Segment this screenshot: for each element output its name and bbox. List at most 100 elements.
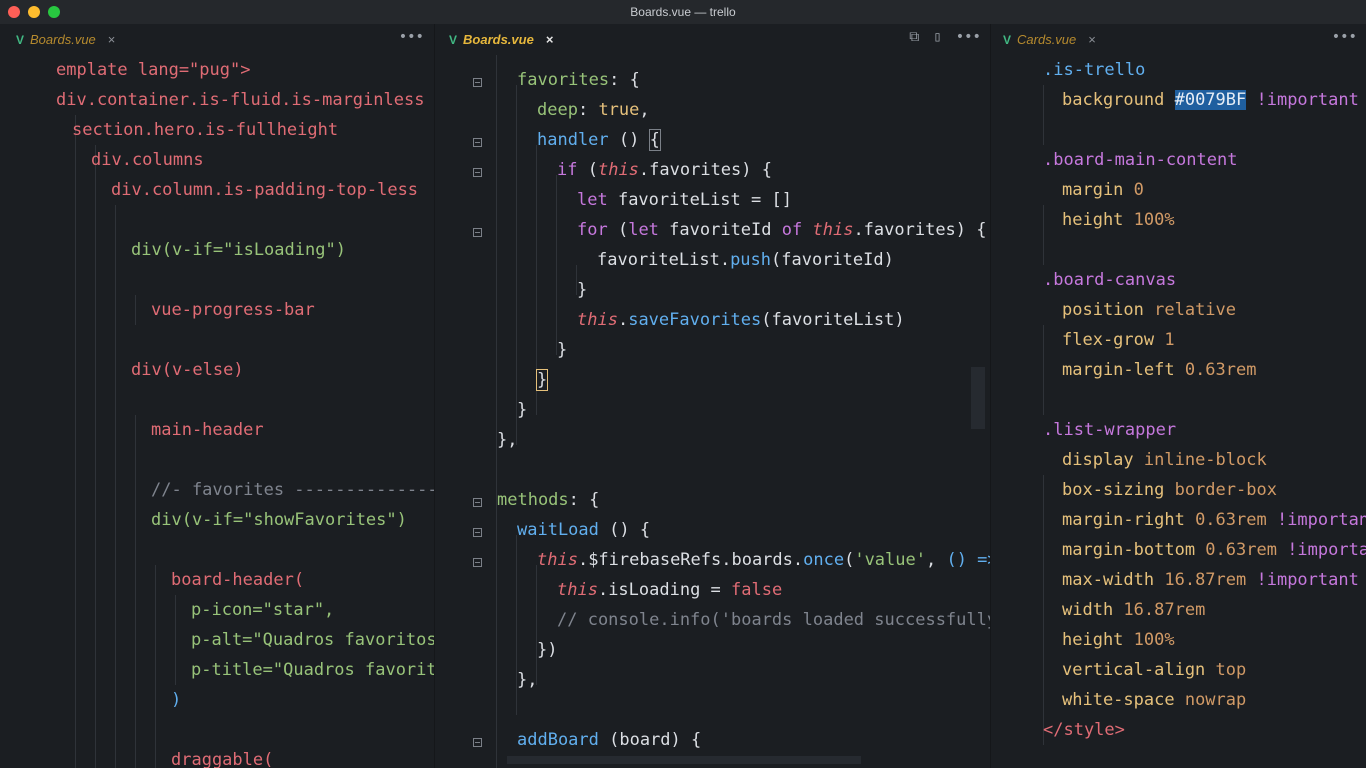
tab-bar-left: V Boards.vue × •••: [0, 24, 434, 55]
code-line: div.container.is-fluid.is-marginless: [56, 90, 425, 110]
window-controls: [8, 6, 60, 18]
code-line: this.$firebaseRefs.boards.once('value', …: [537, 550, 991, 570]
tab-boards-vue-left[interactable]: V Boards.vue ×: [16, 32, 115, 47]
code-line: waitLoad () {: [517, 520, 651, 540]
code-line: this.isLoading = false: [557, 580, 783, 600]
code-line: vertical-align top: [1062, 660, 1247, 680]
tab-boards-vue-active[interactable]: V Boards.vue ×: [449, 32, 553, 47]
tab-bar-middle: V Boards.vue × ⧉ ▯ •••: [435, 24, 991, 55]
code-line: draggable(: [171, 750, 274, 768]
code-line: div(v-if="isLoading"): [131, 240, 346, 260]
tab-cards-vue[interactable]: V Cards.vue ×: [1003, 32, 1096, 47]
code-line: margin-bottom 0.63rem !important: [1062, 540, 1366, 560]
code-line: }): [537, 640, 558, 660]
code-line: section.hero.is-fullheight: [72, 120, 339, 140]
tab-actions-right: •••: [1332, 29, 1357, 45]
code-line: .is-trello: [1043, 60, 1146, 80]
code-line: display inline-block: [1062, 450, 1267, 470]
code-line: deep: true,: [537, 100, 650, 120]
code-line: emplate lang="pug">: [56, 60, 251, 80]
code-line: }: [517, 400, 528, 420]
vertical-scrollbar[interactable]: [971, 367, 985, 429]
code-line: background #0079BF !important: [1062, 90, 1359, 110]
code-line: handler () {: [537, 129, 661, 151]
fold-icon[interactable]: [473, 138, 482, 147]
zoom-window-button[interactable]: [48, 6, 60, 18]
code-line: }: [557, 340, 568, 360]
preview-icon[interactable]: ⧉: [909, 29, 919, 45]
code-line: if (this.favorites) {: [557, 160, 772, 180]
code-line: height 100%: [1062, 630, 1175, 650]
code-line: height 100%: [1062, 210, 1175, 230]
code-line: div(v-if="showFavorites"): [151, 510, 407, 530]
minimize-window-button[interactable]: [28, 6, 40, 18]
more-options-icon[interactable]: •••: [399, 29, 424, 45]
code-line: methods: {: [497, 490, 600, 510]
code-line: favorites: {: [517, 70, 640, 90]
editor-pane-left: V Boards.vue × ••• emplate lang="pug"> d…: [0, 24, 434, 768]
fold-icon[interactable]: [473, 558, 482, 567]
code-line: //- favorites ---------------: [151, 480, 434, 500]
code-line: margin-right 0.63rem !important: [1062, 510, 1366, 530]
code-line: p-title="Quadros favorit: [191, 660, 434, 680]
tab-label: Boards.vue: [30, 32, 96, 47]
code-line: position relative: [1062, 300, 1237, 320]
fold-icon[interactable]: [473, 228, 482, 237]
code-line: ): [171, 690, 182, 710]
code-line: div.columns: [91, 150, 204, 170]
more-options-icon[interactable]: •••: [956, 29, 981, 45]
code-line: p-alt="Quadros favoritos: [191, 630, 434, 650]
code-line: .board-canvas: [1043, 270, 1177, 290]
code-line: this.saveFavorites(favoriteList): [577, 310, 905, 330]
code-line: // console.info('boards loaded successfu…: [557, 610, 991, 630]
code-line: margin-left 0.63rem: [1062, 360, 1257, 380]
code-line: .board-main-content: [1043, 150, 1238, 170]
code-area-middle[interactable]: favorites: { deep: true, handler () { if…: [435, 55, 991, 768]
title-bar: Boards.vue — trello: [0, 0, 1366, 25]
fold-icon[interactable]: [473, 738, 482, 747]
code-line: for (let favoriteId of this.favorites) {: [577, 220, 987, 240]
code-line: .list-wrapper: [1043, 420, 1177, 440]
code-area-right[interactable]: .is-trello background #0079BF !important…: [991, 55, 1366, 768]
fold-icon[interactable]: [473, 498, 482, 507]
window-title: Boards.vue — trello: [630, 5, 736, 19]
code-line: div(v-else): [131, 360, 244, 380]
code-line: box-sizing border-box: [1062, 480, 1277, 500]
tab-bar-right: V Cards.vue × •••: [991, 24, 1366, 55]
vue-file-icon: V: [1003, 32, 1012, 47]
close-tab-icon[interactable]: ×: [546, 32, 554, 47]
code-line: max-width 16.87rem !important: [1062, 570, 1359, 590]
editor-pane-right: V Cards.vue × ••• .is-trello background …: [990, 24, 1366, 768]
code-line: addBoard (board) {: [517, 730, 702, 750]
more-options-icon[interactable]: •••: [1332, 29, 1357, 45]
code-line: main-header: [151, 420, 264, 440]
close-window-button[interactable]: [8, 6, 20, 18]
code-line: },: [517, 670, 538, 690]
code-line: },: [497, 430, 518, 450]
code-line: flex-grow 1: [1062, 330, 1175, 350]
code-line: favoriteList.push(favoriteId): [597, 250, 894, 270]
code-line: }: [577, 280, 588, 300]
code-line: vue-progress-bar: [151, 300, 315, 320]
tab-actions-left: •••: [399, 29, 424, 45]
vue-file-icon: V: [449, 32, 458, 47]
code-line: board-header(: [171, 570, 305, 590]
code-line: }: [535, 369, 549, 391]
close-tab-icon[interactable]: ×: [1088, 32, 1096, 47]
tab-label: Boards.vue: [463, 32, 534, 47]
tab-actions-middle: ⧉ ▯ •••: [909, 29, 981, 45]
fold-icon[interactable]: [473, 528, 482, 537]
code-line: width 16.87rem: [1062, 600, 1206, 620]
horizontal-scrollbar[interactable]: [507, 756, 861, 764]
code-line: </style>: [1043, 720, 1125, 740]
code-area-left[interactable]: emplate lang="pug"> div.container.is-flu…: [0, 55, 434, 768]
code-line: margin 0: [1062, 180, 1144, 200]
fold-icon[interactable]: [473, 78, 482, 87]
code-line: white-space nowrap: [1062, 690, 1247, 710]
vue-file-icon: V: [16, 32, 25, 47]
split-editor-icon[interactable]: ▯: [933, 29, 941, 45]
fold-icon[interactable]: [473, 168, 482, 177]
close-tab-icon[interactable]: ×: [108, 32, 116, 47]
code-line: let favoriteList = []: [577, 190, 792, 210]
editor-pane-middle: V Boards.vue × ⧉ ▯ ••• favorites: { deep…: [434, 24, 991, 768]
